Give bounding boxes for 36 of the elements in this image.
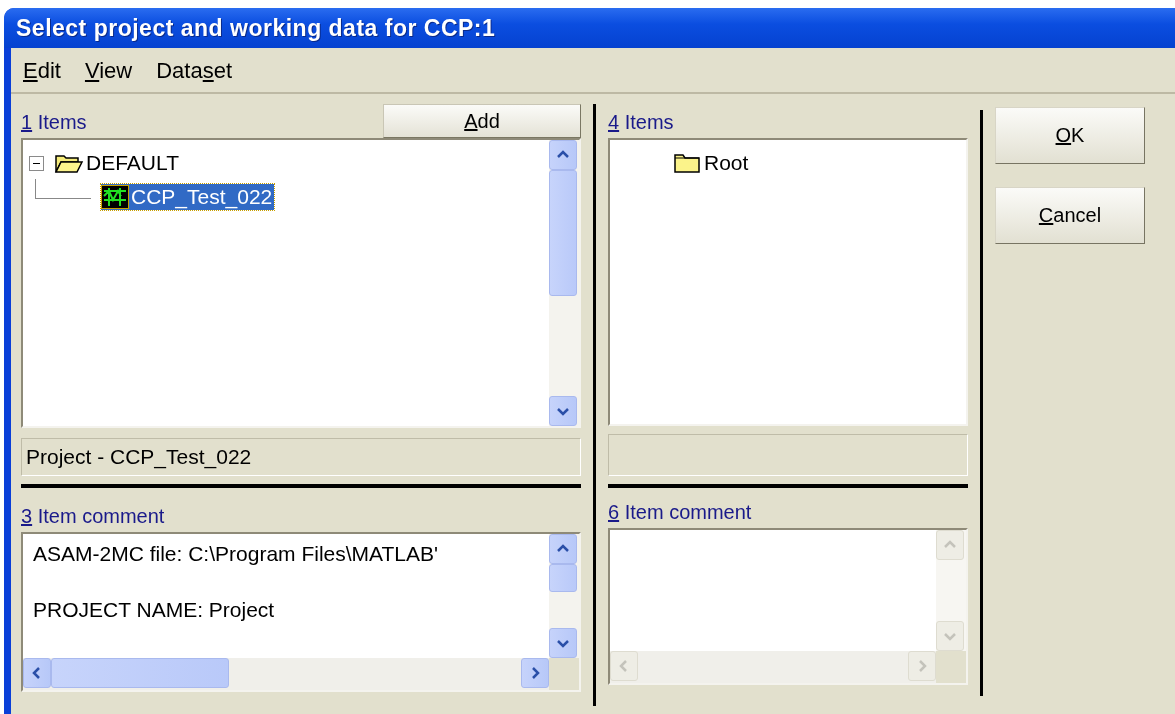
tree-view[interactable]: DEFAULT CCP_Test_022 <box>21 138 581 428</box>
window-title: Select project and working data for CCP:1 <box>16 14 496 42</box>
comment-line: ASAM-2MC file: C:\Program Files\MATLAB' <box>32 541 440 567</box>
vertical-scrollbar[interactable] <box>549 534 579 658</box>
menu-item[interactable]: View <box>82 58 135 84</box>
scrollbar-corner <box>549 658 579 690</box>
tree-item[interactable]: CCP_Test_022 <box>101 184 275 210</box>
add-button[interactable]: Add <box>383 104 581 138</box>
dialog-button[interactable]: OK <box>995 107 1145 164</box>
folder-icon <box>672 152 702 174</box>
comment-label: 3 Item comment <box>21 505 165 529</box>
collapse-toggle[interactable] <box>29 155 44 171</box>
open-folder-icon <box>54 152 84 174</box>
tree-item[interactable]: Root <box>672 150 751 176</box>
items-label: 1 Items <box>21 111 87 135</box>
scrollbar-thumb[interactable] <box>549 170 577 296</box>
scrollbar-thumb[interactable] <box>549 564 577 592</box>
comment-line: PROJECT NAME: Project <box>32 597 276 623</box>
horizontal-scrollbar[interactable] <box>23 658 549 690</box>
horizontal-scrollbar[interactable] <box>610 651 936 683</box>
items-label: 4 Items <box>608 111 674 135</box>
menu-item[interactable]: Dataset <box>154 58 235 84</box>
tree-view[interactable]: Root <box>608 138 968 426</box>
tree-connector-line <box>35 179 91 199</box>
comment-box[interactable]: ASAM-2MC file: C:\Program Files\MATLAB' PROJECT NAME: Project <box>21 532 581 692</box>
status-text: Project - CCP_Test_022 <box>26 445 252 469</box>
dialog-button[interactable]: Cancel <box>995 187 1145 244</box>
vertical-scrollbar[interactable] <box>549 140 579 426</box>
dataset-icon <box>101 185 129 209</box>
comment-box[interactable] <box>608 528 968 685</box>
tree-item[interactable]: DEFAULT <box>54 150 181 176</box>
scrollbar-thumb[interactable] <box>51 658 229 688</box>
vertical-scrollbar[interactable] <box>936 530 966 651</box>
menu-item[interactable]: Edit <box>21 58 63 84</box>
comment-label: 6 Item comment <box>608 501 752 525</box>
scrollbar-corner <box>936 651 966 683</box>
